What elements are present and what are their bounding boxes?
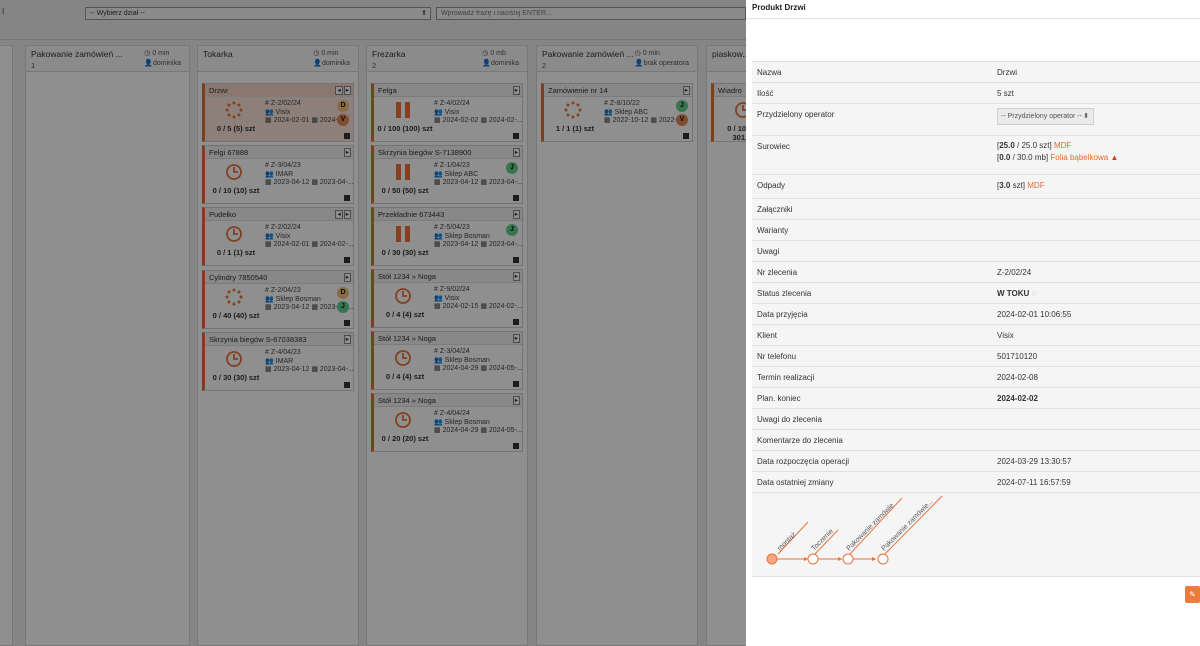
row-odpady: Odpady [3.0 szt] MDF — [752, 174, 1200, 198]
row-value: 2024-02-08 — [997, 373, 1038, 382]
row-operator: Przydzielony operator -- Przydzielony op… — [752, 103, 1200, 135]
operation-node-done[interactable] — [766, 553, 778, 565]
row-data-rozpoczecia: Data rozpoczęcia operacji 2024-03-29 13:3… — [752, 450, 1200, 471]
warning-icon: ▲ — [1110, 153, 1119, 162]
material-line-2: [0.0 / 30.0 mb] Folia bąbelkowa ▲ — [997, 153, 1119, 162]
material-total: / 25.0 szt] — [1014, 141, 1052, 150]
row-value: -- Przydzielony operator -- ⬍ — [997, 108, 1094, 125]
row-komentarze: Komentarze do zlecenia — [752, 429, 1200, 450]
row-key: Załączniki — [757, 205, 793, 214]
waste-amount: 3.0 — [999, 181, 1011, 190]
row-key: Surowiec — [757, 142, 790, 151]
material-link[interactable]: MDF — [1027, 181, 1044, 190]
product-detail-panel: Produkt Drzwi Nazwa Drzwi Ilość 5 szt Przy… — [746, 0, 1200, 646]
row-key: Klient — [757, 331, 778, 340]
row-key: Nr telefonu — [757, 352, 797, 361]
row-key: Uwagi — [757, 247, 780, 256]
row-ilosc: Ilość 5 szt — [752, 82, 1200, 103]
operation-node[interactable] — [877, 553, 889, 565]
row-data-zmiany: Data ostatniej zmiany 2024-07-11 16:57:59 — [752, 471, 1200, 492]
row-nazwa: Nazwa Drzwi — [752, 61, 1200, 82]
row-zalaczniki: Załączniki — [752, 198, 1200, 219]
material-amount: 25.0 — [999, 141, 1015, 150]
row-key: Przydzielony operator — [757, 110, 835, 119]
waste-unit: szt] — [1010, 181, 1026, 190]
row-value: 2024-07-11 16:57:59 — [997, 478, 1071, 487]
row-value: 2024-02-02 — [997, 394, 1038, 403]
operation-node[interactable] — [842, 553, 854, 565]
spinner-icon: ◌ — [1031, 289, 1037, 298]
row-termin: Termin realizacji 2024-02-08 — [752, 366, 1200, 387]
panel-divider — [746, 18, 1200, 19]
operation-label: Toczenie — [810, 528, 835, 553]
row-key: Status zlecenia — [757, 289, 812, 298]
row-value: 501710120 — [997, 352, 1038, 361]
material-link[interactable]: MDF — [1054, 141, 1071, 150]
operation-node-active[interactable] — [807, 553, 819, 565]
row-key: Data ostatniej zmiany — [757, 478, 834, 487]
row-klient: Klient Visix — [752, 324, 1200, 345]
operator-select-value: -- Przydzielony operator -- — [1001, 113, 1082, 120]
row-data-przyjecia: Data przyjęcia 2024-02-01 10:06:55 — [752, 303, 1200, 324]
row-value: W TOKU ◌ — [997, 289, 1036, 298]
row-value: 2024-03-29 13:30:57 — [997, 457, 1072, 466]
row-surowiec: Surowiec [25.0 / 25.0 szt] MDF [0.0 / 30… — [752, 135, 1200, 174]
operations-flow-diagram: montaż Toczenie Pakowanie zamówie Pakowa… — [766, 495, 943, 565]
operation-label: montaż — [776, 531, 798, 553]
row-value: Z-2/02/24 — [997, 268, 1032, 277]
row-key: Nazwa — [757, 68, 782, 77]
row-value: [3.0 szt] MDF — [997, 181, 1045, 190]
material-amount: 0.0 — [999, 153, 1011, 162]
row-value: [25.0 / 25.0 szt] MDF [0.0 / 30.0 mb] Fo… — [997, 140, 1118, 164]
material-line-1: [25.0 / 25.0 szt] MDF — [997, 141, 1072, 150]
edit-button[interactable]: ✎ — [1185, 586, 1200, 603]
operations-flow: montaż Toczenie Pakowanie zamówie Pakowa… — [752, 492, 1200, 577]
row-key: Komentarze do zlecenia — [757, 436, 843, 445]
row-value: 5 szt — [997, 89, 1014, 98]
pencil-icon: ✎ — [1189, 590, 1196, 599]
row-key: Data przyjęcia — [757, 310, 808, 319]
status-text: W TOKU — [997, 289, 1030, 298]
row-key: Odpady — [757, 181, 786, 190]
row-status: Status zlecenia W TOKU ◌ — [752, 282, 1200, 303]
chevron-down-icon: ⬍ — [1083, 113, 1089, 120]
row-telefon: Nr telefonu 501710120 — [752, 345, 1200, 366]
modal-backdrop[interactable] — [0, 0, 746, 646]
row-uwagi-zlecenia: Uwagi do zlecenia — [752, 408, 1200, 429]
row-uwagi: Uwagi — [752, 240, 1200, 261]
row-value: Drzwi — [997, 68, 1017, 77]
product-details-table: Nazwa Drzwi Ilość 5 szt Przydzielony opera… — [752, 61, 1200, 577]
row-key: Uwagi do zlecenia — [757, 415, 822, 424]
operator-select[interactable]: -- Przydzielony operator -- ⬍ — [997, 108, 1094, 125]
row-key: Plan. koniec — [757, 394, 801, 403]
row-key: Termin realizacji — [757, 373, 815, 382]
kanban-board: I -- Wybierz dział -- ⬍ Pakowanie zamówi… — [0, 0, 746, 646]
row-key: Nr zlecenia — [757, 268, 798, 277]
row-key: Warianty — [757, 226, 789, 235]
material-link[interactable]: Folia bąbelkowa — [1050, 153, 1108, 162]
row-value: 2024-02-01 10:06:55 — [997, 310, 1072, 319]
material-total: / 30.0 mb] — [1010, 153, 1049, 162]
row-key: Data rozpoczęcia operacji — [757, 457, 850, 466]
panel-title: Produkt Drzwi — [752, 3, 806, 12]
row-value: Visix — [997, 331, 1014, 340]
row-key: Ilość — [757, 89, 774, 98]
row-warianty: Warianty — [752, 219, 1200, 240]
row-plan-koniec: Plan. koniec 2024-02-02 — [752, 387, 1200, 408]
row-nr-zlecenia: Nr zlecenia Z-2/02/24 — [752, 261, 1200, 282]
